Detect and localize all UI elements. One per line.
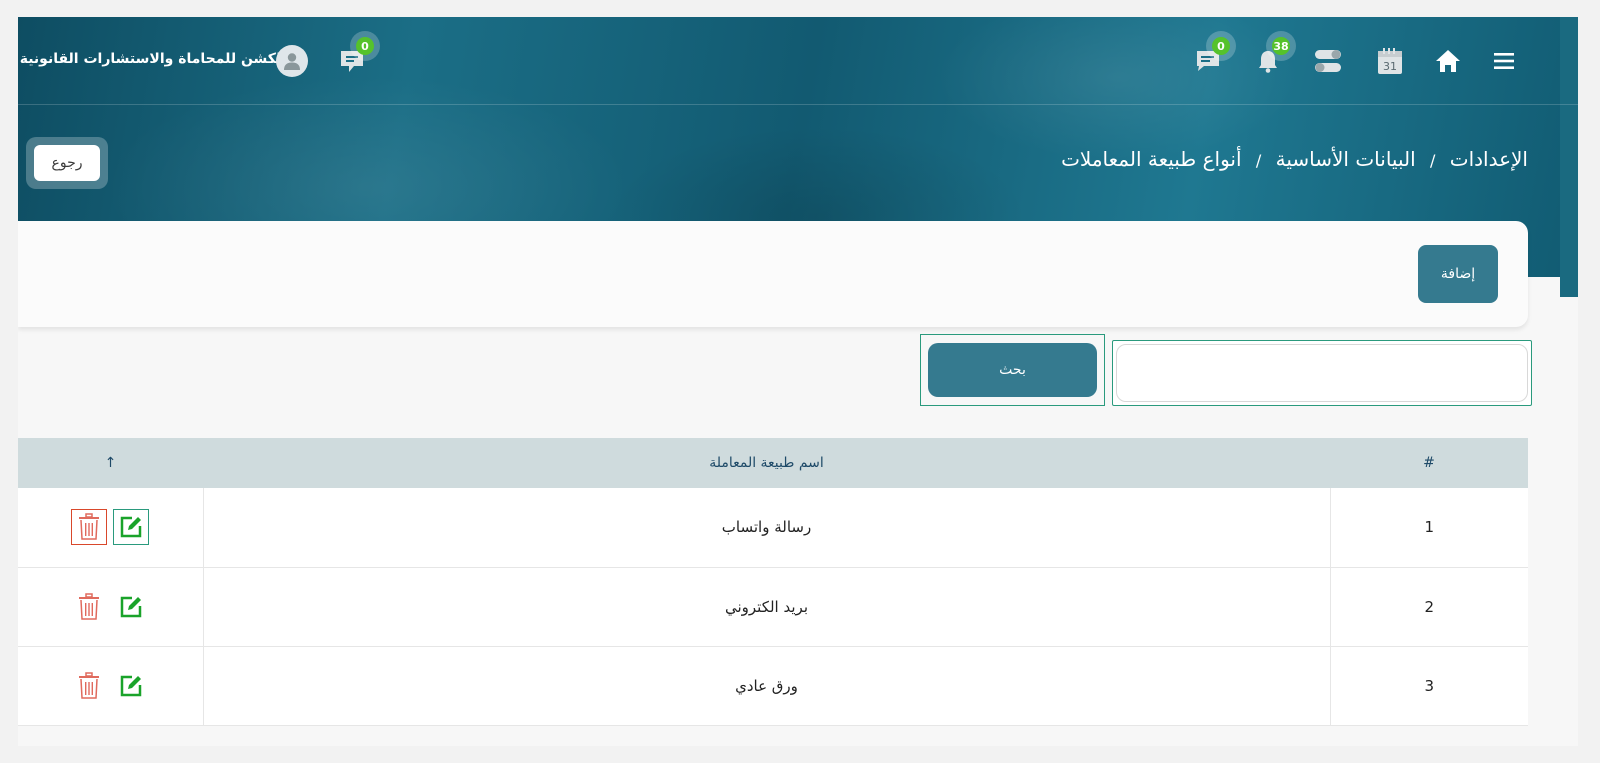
column-header-number[interactable]: # (1330, 438, 1528, 488)
row-number: 3 (1330, 646, 1528, 726)
company-name: الكشن للمحاماة والاستشارات القانونية (19, 51, 286, 67)
edit-icon[interactable] (113, 589, 149, 625)
row-number: 2 (1330, 567, 1528, 647)
sort-arrow-icon[interactable]: ↑ (18, 438, 203, 488)
toggle-icon[interactable] (1310, 43, 1346, 79)
home-icon[interactable] (1430, 43, 1466, 79)
table-header-row: # اسم طبيعة المعاملة ↑ (18, 438, 1528, 488)
search-button-wrapper: بحث (920, 334, 1105, 406)
message-icon[interactable]: 0 (1190, 31, 1236, 79)
trash-icon[interactable] (71, 668, 107, 704)
search-input[interactable] (1112, 340, 1532, 406)
search-button[interactable]: بحث (928, 343, 1097, 397)
add-button[interactable]: إضافة (1418, 245, 1498, 303)
calendar-icon[interactable]: 31 (1372, 43, 1408, 79)
top-bar: 31 38 0 الكشن للمحاماة والاستشارات القان… (18, 17, 1578, 105)
avatar-icon[interactable] (276, 45, 308, 77)
breadcrumb-settings[interactable]: الإعدادات (1450, 147, 1528, 171)
notifications-badge: 38 (1266, 31, 1296, 61)
table-row: 1 رسالة واتساب (18, 488, 1528, 568)
breadcrumb: الإعدادات / البيانات الأساسية / أنواع طب… (1061, 147, 1528, 171)
actions-card: إضافة (18, 221, 1528, 327)
breadcrumb-separator: / (1430, 151, 1436, 170)
bell-icon[interactable]: 38 (1250, 31, 1296, 79)
row-number: 1 (1330, 488, 1528, 568)
row-name: ورق عادي (203, 646, 1331, 726)
row-actions (18, 488, 204, 568)
edit-icon[interactable] (113, 509, 150, 546)
column-header-name[interactable]: اسم طبيعة المعاملة (203, 438, 1330, 488)
back-button[interactable]: رجوع (34, 145, 100, 181)
chat-icon[interactable]: 0 (334, 31, 380, 79)
table-row: 3 ورق عادي (18, 646, 1528, 726)
trash-icon[interactable] (71, 509, 108, 546)
edit-icon[interactable] (113, 668, 149, 704)
row-actions (18, 646, 204, 726)
row-actions (18, 567, 204, 647)
row-name: رسالة واتساب (203, 488, 1331, 568)
data-table: # اسم طبيعة المعاملة ↑ 1 رسالة واتساب 2 … (18, 438, 1528, 726)
calendar-day: 31 (1383, 60, 1397, 73)
table-row: 2 بريد الكتروني (18, 567, 1528, 647)
messages-badge: 0 (1206, 31, 1236, 61)
app-window: 31 38 0 الكشن للمحاماة والاستشارات القان… (18, 17, 1578, 746)
chat-badge: 0 (350, 31, 380, 61)
row-name: بريد الكتروني (203, 567, 1331, 647)
back-button-wrapper: رجوع (26, 137, 108, 189)
breadcrumb-basic-data[interactable]: البيانات الأساسية (1276, 147, 1416, 171)
breadcrumb-separator: / (1255, 151, 1262, 170)
trash-icon[interactable] (71, 589, 107, 625)
menu-icon[interactable] (1486, 43, 1522, 79)
breadcrumb-current: أنواع طبيعة المعاملات (1061, 147, 1242, 171)
